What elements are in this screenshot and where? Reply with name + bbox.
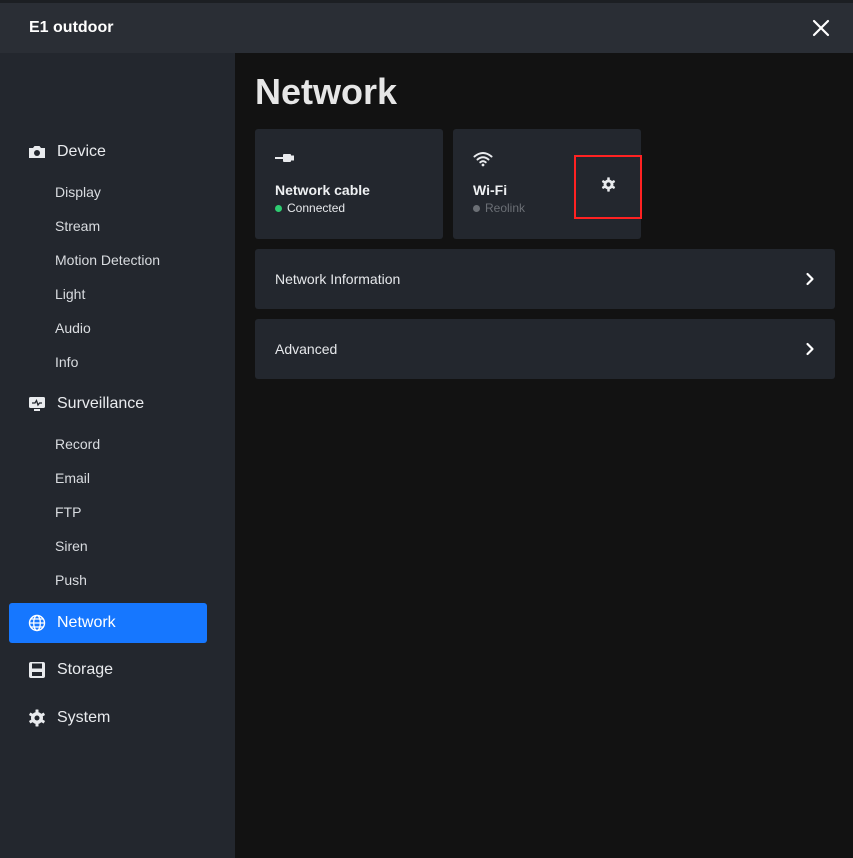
- settings-window: E1 outdoor Device Display Stream Motion …: [0, 0, 853, 858]
- chevron-right-icon: [805, 342, 815, 361]
- status-text: Connected: [287, 201, 346, 215]
- gear-icon: [27, 708, 47, 728]
- nav-push[interactable]: Push: [55, 572, 87, 588]
- card-name: Wi-Fi: [473, 182, 508, 198]
- status-dot: [473, 204, 480, 212]
- gear-icon: [601, 177, 616, 197]
- nav-system-label: System: [57, 709, 111, 726]
- nav-display[interactable]: Display: [55, 184, 101, 200]
- advanced-row[interactable]: Advanced: [255, 319, 835, 379]
- nav-storage[interactable]: Storage: [9, 650, 207, 690]
- nav-audio[interactable]: Audio: [55, 320, 91, 336]
- nav-network-label: Network: [57, 614, 116, 631]
- row-label: Network Information: [275, 271, 401, 287]
- wifi-icon: [473, 151, 493, 172]
- nav-info[interactable]: Info: [55, 354, 78, 370]
- nav-storage-label: Storage: [57, 661, 114, 678]
- nav-siren[interactable]: Siren: [55, 538, 88, 554]
- status-text: Reolink: [485, 201, 526, 215]
- nav-surveillance[interactable]: Surveillance: [9, 384, 207, 424]
- nav-ftp[interactable]: FTP: [55, 504, 81, 520]
- globe-icon: [27, 613, 47, 633]
- nav-device[interactable]: Device: [9, 132, 207, 172]
- nav-network[interactable]: Network: [9, 603, 207, 643]
- nav-device-label: Device: [57, 143, 106, 160]
- network-cable-card[interactable]: Network cable Connected: [255, 129, 443, 239]
- sidebar: Device Display Stream Motion Detection L…: [0, 53, 235, 858]
- nav-stream[interactable]: Stream: [55, 218, 100, 234]
- main-panel: Network Network cable Connected Wi-Fi Re…: [235, 53, 853, 858]
- row-label: Advanced: [275, 341, 338, 357]
- card-status: Connected: [275, 201, 345, 215]
- nav-system[interactable]: System: [9, 698, 207, 738]
- network-information-row[interactable]: Network Information: [255, 249, 835, 309]
- nav-email[interactable]: Email: [55, 470, 90, 486]
- nav-light[interactable]: Light: [55, 286, 85, 302]
- app-title: E1 outdoor: [29, 19, 114, 36]
- monitor-icon: [27, 394, 47, 414]
- wifi-card[interactable]: Wi-Fi Reolink: [453, 129, 642, 239]
- status-dot: [275, 204, 282, 212]
- card-status: Reolink: [473, 201, 525, 215]
- ethernet-cable-icon: [275, 151, 295, 169]
- camera-icon: [27, 142, 47, 162]
- title-bar: E1 outdoor: [0, 0, 853, 53]
- close-icon[interactable]: [811, 18, 831, 38]
- wifi-settings-button[interactable]: [574, 155, 642, 219]
- nav-surveillance-label: Surveillance: [57, 395, 145, 412]
- card-name: Network cable: [275, 182, 370, 198]
- page-title: Network: [255, 71, 398, 112]
- nav-motion-detection[interactable]: Motion Detection: [55, 252, 160, 268]
- floppy-disk-icon: [27, 660, 47, 680]
- chevron-right-icon: [805, 272, 815, 291]
- nav-record[interactable]: Record: [55, 436, 100, 452]
